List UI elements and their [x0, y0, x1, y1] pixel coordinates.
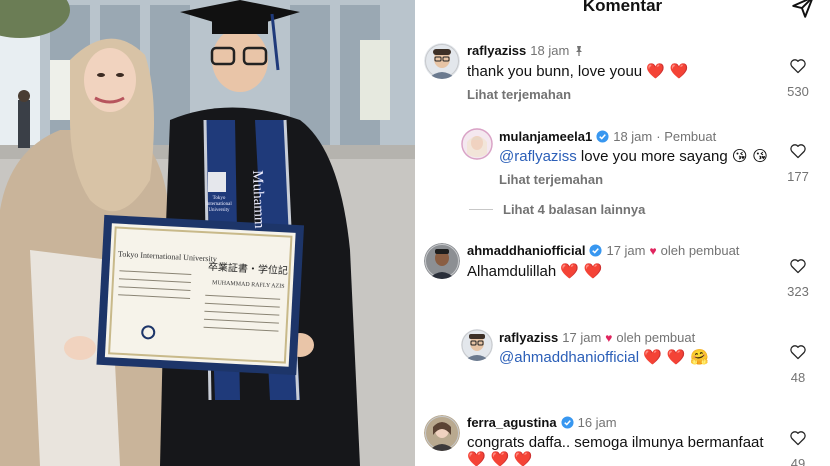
verified-badge-icon: [589, 244, 603, 257]
comment-emoji: 😘 😘: [731, 147, 768, 165]
pin-icon: [576, 45, 583, 56]
avatar[interactable]: [424, 243, 460, 279]
comment-username[interactable]: raflyaziss: [499, 330, 558, 345]
view-more-replies[interactable]: Lihat 4 balasan lainnya: [469, 202, 645, 217]
like-count: 323: [787, 284, 809, 299]
comment-emoji: ❤️ ❤️: [560, 262, 603, 280]
avatar[interactable]: [461, 329, 493, 361]
divider: [469, 209, 493, 210]
like-count: 530: [787, 84, 809, 99]
comment-text: congrats daffa.. semoga ilmunya bermanfa…: [467, 434, 764, 451]
heart-outline-icon: [790, 431, 806, 446]
comment-text: love you more sayang: [580, 148, 728, 165]
comment-emoji: ❤️ ❤️ ❤️: [467, 450, 533, 466]
comments-header: Komentar: [415, 0, 830, 18]
comment-text: thank you bunn, love youu: [467, 63, 643, 80]
stole-university-text: Tokyo International University: [206, 196, 232, 213]
comment-username[interactable]: ferra_agustina: [467, 415, 557, 430]
avatar[interactable]: [461, 128, 493, 160]
comment-time: 18 jam: [530, 43, 570, 58]
like-count: 177: [787, 169, 809, 184]
heart-outline-icon: [790, 144, 806, 159]
page-title: Komentar: [582, 0, 663, 15]
comment-emoji: ❤️ ❤️: [646, 62, 689, 80]
liked-by-label: oleh pembuat: [616, 330, 696, 345]
comment-time: 18 jam: [613, 129, 653, 144]
verified-badge-icon: [561, 416, 574, 429]
avatar[interactable]: [424, 415, 460, 451]
comment-time: 17 jam: [606, 243, 646, 258]
creator-label: · Pembuat: [656, 129, 717, 144]
like-button[interactable]: 323: [784, 258, 812, 299]
heart-outline-icon: [790, 259, 806, 274]
comment-time: 16 jam: [577, 415, 617, 430]
post-photo: Tokyo International University 卒業証書・学位記 …: [0, 0, 415, 466]
comment-emoji: ❤️ ❤️ 🤗: [643, 348, 709, 366]
like-count: 48: [790, 370, 806, 385]
liked-by-label: oleh pembuat: [660, 243, 740, 258]
like-button[interactable]: 530: [784, 58, 812, 99]
liked-by-creator-heart-icon: ♥: [649, 243, 657, 258]
comments-panel: Komentar raflyaziss 18 jam thank you bun…: [415, 0, 830, 466]
like-button[interactable]: 48: [784, 344, 812, 385]
comment-username[interactable]: raflyaziss: [467, 43, 526, 58]
mention-link[interactable]: @ahmaddhaniofficial: [499, 349, 639, 366]
heart-outline-icon: [790, 345, 806, 360]
like-count: 49: [790, 456, 806, 466]
like-button[interactable]: 177: [784, 143, 812, 184]
comment-text: Alhamdulillah: [467, 263, 557, 280]
heart-outline-icon: [790, 59, 806, 74]
comment-username[interactable]: mulanjameela1: [499, 129, 592, 144]
translate-link[interactable]: Lihat terjemahan: [499, 172, 603, 187]
like-button[interactable]: 49: [784, 430, 812, 466]
mention-link[interactable]: @raflyaziss: [499, 148, 577, 165]
comment-time: 17 jam: [562, 330, 602, 345]
liked-by-creator-heart-icon: ♥: [605, 330, 613, 345]
send-icon[interactable]: [790, 0, 816, 20]
comment-username[interactable]: ahmaddhaniofficial: [467, 243, 585, 258]
verified-badge-icon: [596, 130, 609, 143]
translate-link[interactable]: Lihat terjemahan: [467, 87, 571, 102]
avatar[interactable]: [424, 43, 460, 79]
view-more-replies-label[interactable]: Lihat 4 balasan lainnya: [503, 202, 645, 217]
stole-text: Muhamm: [249, 170, 268, 229]
